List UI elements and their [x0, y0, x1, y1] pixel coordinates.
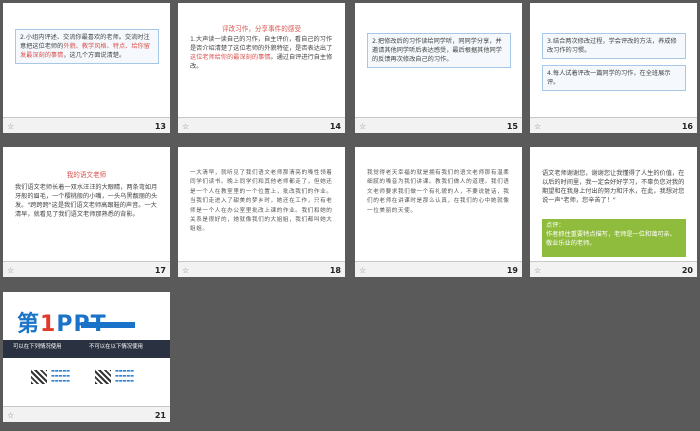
qr-code-icon: [95, 370, 111, 384]
slide-footer: ☆ 16: [530, 117, 697, 133]
slide-18[interactable]: 一大清早，就听见了我们语文老师那清亮的嗓性领着同学们读书。晚上同学们和其他老师都…: [178, 147, 345, 277]
usage-band: 可以在下列情况使用 不可以在以下情况使用: [3, 340, 170, 358]
slide-20-text: 语文老师谢谢您，谢谢您让我懂得了人生的价值，在以后的时间里，我一定会好好学习，不…: [542, 170, 685, 204]
favorite-icon[interactable]: ☆: [534, 266, 541, 275]
slide-number: 17: [154, 266, 166, 275]
slide-16-box-1: 3.结合两次修改过程，学会评改的方法，养成修改习作的习惯。: [542, 33, 686, 59]
band-right: 不可以在以下情况使用: [89, 344, 143, 350]
slide-number: 19: [506, 266, 518, 275]
slide-17-text: 我们语文老师长着一双水汪汪的大眼睛，两条弯如月牙般的眉毛，一个樱桃般的小嘴，一头…: [15, 184, 158, 218]
slide-footer: ☆ 13: [3, 117, 170, 133]
slide-footer: ☆ 20: [530, 261, 697, 277]
slide-13-text-box: 2.小组内评述、交流你最喜欢的老师。交流时注意把这位老师的外貌、教学风格、特点、…: [15, 29, 159, 64]
slide-16[interactable]: 3.结合两次修改过程，学会评改的方法，养成修改习作的习惯。 4.每人试着评改一篇…: [530, 3, 697, 133]
favorite-icon[interactable]: ☆: [359, 266, 366, 275]
slide-number: 15: [506, 122, 518, 131]
favorite-icon[interactable]: ☆: [7, 266, 14, 275]
favorite-icon[interactable]: ☆: [182, 122, 189, 131]
slide-number: 13: [154, 122, 166, 131]
slide-14-text: 1.大声读一读自己的习作，自主评价，看自己的习作是否介绍清楚了这位老师的外貌特征…: [190, 36, 333, 70]
slide-17-title: 我的语文老师: [66, 171, 107, 179]
slide-number: 21: [154, 411, 166, 420]
favorite-icon[interactable]: ☆: [534, 122, 541, 131]
slide-number: 16: [681, 122, 693, 131]
link-list: ▬▬▬▬▬ ▬▬▬▬▬ ▬▬▬▬▬: [51, 368, 70, 383]
favorite-icon[interactable]: ☆: [7, 122, 14, 131]
slide-number: 20: [681, 266, 693, 275]
slide-19-text: 我觉得老天幸福的就是拥有我们的语文老师那有温柔细腻的嗓音为我们讲课。教我们做人的…: [367, 170, 510, 214]
slide-17[interactable]: 我的语文老师 我们语文老师长着一双水汪汪的大眼睛，两条弯如月牙般的眉毛，一个樱桃…: [3, 147, 170, 277]
logo-underline: [81, 322, 135, 328]
favorite-icon[interactable]: ☆: [182, 266, 189, 275]
qr-code-icon: [31, 370, 47, 384]
slide-15[interactable]: 2.把修改后的习作读给同学听，同同学分享，并邀请其他同学听后表达感受，最后根据其…: [355, 3, 522, 133]
slide-footer: ☆ 21: [3, 406, 170, 422]
slide-13[interactable]: 2.小组内评述、交流你最喜欢的老师。交流时注意把这位老师的外貌、教学风格、特点、…: [3, 3, 170, 133]
favorite-icon[interactable]: ☆: [359, 122, 366, 131]
slide-footer: ☆ 15: [355, 117, 522, 133]
slide-number: 18: [329, 266, 341, 275]
comment-label: 点评：: [546, 222, 565, 229]
slide-footer: ☆ 17: [3, 261, 170, 277]
link-list: ▬▬▬▬▬ ▬▬▬▬▬ ▬▬▬▬▬: [115, 368, 134, 383]
comment-box: 点评： 作者抓住重要特点描写，老师是一位和蔼可亲、敬业乐业的老师。: [542, 219, 686, 257]
favorite-icon[interactable]: ☆: [7, 411, 14, 420]
comment-text: 作者抓住重要特点描写，老师是一位和蔼可亲、敬业乐业的老师。: [546, 231, 676, 247]
slide-14-title: 评改习作，分享事件的感受: [221, 25, 302, 33]
slide-14[interactable]: 评改习作，分享事件的感受 1.大声读一读自己的习作，自主评价，看自己的习作是否介…: [178, 3, 345, 133]
slide-20[interactable]: 语文老师谢谢您，谢谢您让我懂得了人生的价值，在以后的时间里，我一定会好好学习，不…: [530, 147, 697, 277]
slide-16-box-2: 4.每人试着评改一篇同学的习作，在全班展示评。: [542, 65, 686, 91]
slide-19[interactable]: 我觉得老天幸福的就是拥有我们的语文老师那有温柔细腻的嗓音为我们讲课。教我们做人的…: [355, 147, 522, 277]
slide-footer: ☆ 14: [178, 117, 345, 133]
slide-18-text: 一大清早，就听见了我们语文老师那清亮的嗓性领着同学们读书。晚上同学们和其他老师都…: [190, 170, 333, 233]
slide-footer: ☆ 19: [355, 261, 522, 277]
slide-footer: ☆ 18: [178, 261, 345, 277]
slide-15-text-box: 2.把修改后的习作读给同学听，同同学分享，并邀请其他同学听后表达感受，最后根据其…: [367, 33, 511, 68]
slide-21[interactable]: 第1PPT 可以在下列情况使用 不可以在以下情况使用 ▬▬▬▬▬▬▬▬▬▬▬▬▬…: [3, 292, 170, 422]
band-left: 可以在下列情况使用: [13, 344, 62, 350]
slide-number: 14: [329, 122, 341, 131]
